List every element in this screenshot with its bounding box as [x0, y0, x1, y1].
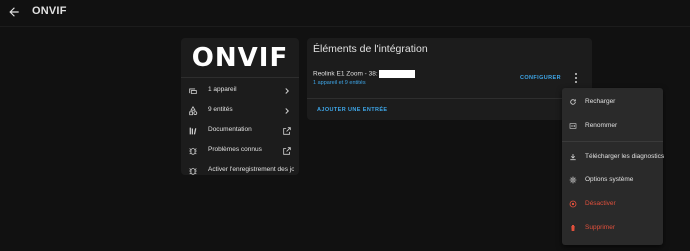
enable-debug-logging-button[interactable]: Activer l'enregistrement des jo... — [181, 161, 299, 181]
stop-circle-icon — [569, 200, 577, 208]
devices-link[interactable]: 1 appareil — [181, 81, 299, 101]
bug-icon — [189, 148, 197, 155]
open-in-new-icon — [283, 127, 291, 135]
chevron-right-icon — [285, 88, 289, 94]
reload-icon — [570, 99, 576, 105]
entry-name: Reolink E1 Zoom - 38: — [313, 70, 415, 78]
menu-divider — [562, 141, 663, 142]
book-icon — [189, 127, 197, 135]
documentation-link[interactable]: Documentation — [181, 121, 299, 141]
menu-item-label: Désactiver — [585, 200, 616, 207]
overflow-menu: Recharger Renommer Télécharger les diagn… — [562, 88, 665, 245]
download-icon — [570, 154, 576, 161]
enable-debug-logging-label: Activer l'enregistrement des jo... — [208, 166, 294, 173]
add-entry-button[interactable]: AJOUTER UNE ENTRÉE — [317, 107, 387, 113]
shapes-icon — [189, 106, 198, 116]
menu-item-label: Recharger — [585, 98, 616, 105]
trash-icon — [570, 225, 576, 231]
integration-info-card: ONVIF 1 appareil 9 entités Documentation… — [181, 38, 299, 175]
known-issues-link[interactable]: Problèmes connus — [181, 141, 299, 161]
gear-icon — [569, 176, 577, 184]
configure-button[interactable]: CONFIGURER — [520, 75, 561, 81]
menu-item-system-options[interactable]: Options système — [562, 169, 663, 191]
section-title: Éléments de l'intégration — [313, 43, 428, 55]
menu-item-disable[interactable]: Désactiver — [562, 193, 663, 215]
devices-icon — [189, 88, 197, 94]
menu-item-label: Télécharger les diagnostics — [585, 153, 665, 160]
back-arrow-icon[interactable] — [7, 5, 21, 19]
chevron-right-icon — [285, 108, 289, 114]
entry-summary-link[interactable]: 1 appareil et 9 entités — [313, 80, 366, 86]
page-title: ONVIF — [32, 5, 67, 17]
onvif-logo: ONVIF — [181, 38, 299, 76]
entry-name-text: Reolink E1 Zoom - 38: — [313, 70, 378, 78]
top-app-bar: ONVIF — [0, 0, 690, 27]
rename-icon — [569, 123, 577, 129]
integration-entries-card: Éléments de l'intégration Reolink E1 Zoo… — [307, 38, 592, 120]
menu-item-label: Renommer — [585, 122, 618, 129]
divider — [307, 98, 592, 99]
menu-item-download-diagnostics[interactable]: Télécharger les diagnostics — [562, 146, 665, 168]
bug-icon — [189, 168, 197, 175]
overflow-menu-icon[interactable] — [572, 72, 580, 84]
open-in-new-icon — [283, 147, 291, 155]
logo-text: ONVIF — [191, 43, 289, 73]
redacted-value — [378, 70, 415, 78]
menu-item-rename[interactable]: Renommer — [562, 115, 663, 137]
menu-item-reload[interactable]: Recharger — [562, 91, 663, 113]
menu-item-label: Supprimer — [585, 224, 615, 231]
menu-item-delete[interactable]: Supprimer — [562, 217, 663, 239]
entities-link[interactable]: 9 entités — [181, 101, 299, 121]
divider — [181, 77, 299, 78]
menu-item-label: Options système — [585, 176, 634, 183]
